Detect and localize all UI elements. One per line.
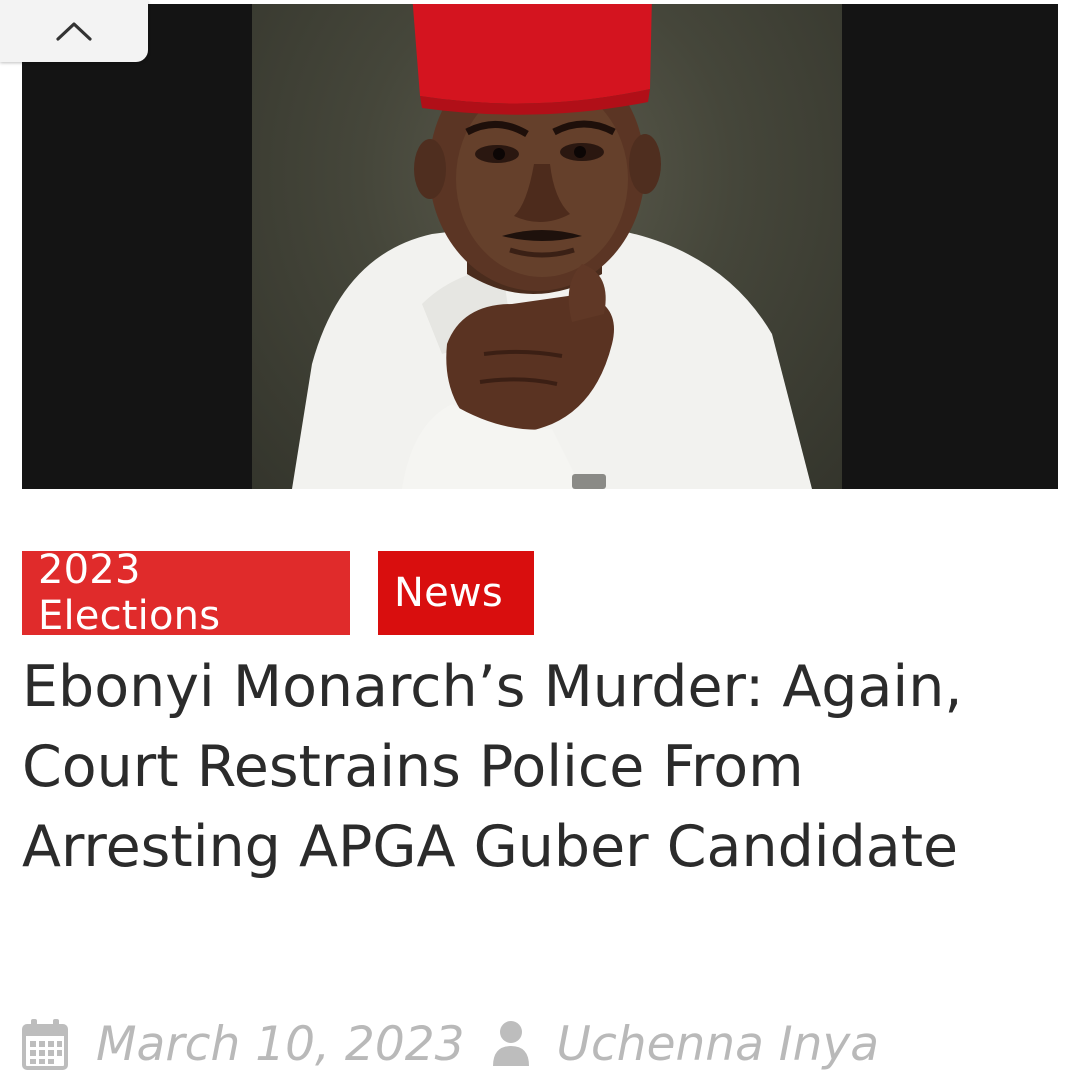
- portrait-illustration: [292, 4, 812, 489]
- calendar-icon: [22, 1018, 68, 1070]
- article-date[interactable]: March 10, 2023: [96, 1017, 465, 1072]
- category-chip-2023-elections[interactable]: 2023 Elections: [22, 547, 350, 639]
- scroll-to-top-button[interactable]: [0, 0, 148, 62]
- article-title: Ebonyi Monarch’s Murder: Again, Court Re…: [22, 654, 963, 880]
- category-list: 2023 Elections News: [22, 547, 534, 639]
- article-meta: March 10, 2023 Uchenna Inya: [22, 1010, 879, 1078]
- category-chip-news[interactable]: News: [378, 551, 534, 635]
- featured-image[interactable]: [22, 4, 1058, 489]
- user-icon: [491, 1020, 531, 1068]
- article-page: 2023 Elections News Ebonyi Monarch’s Mur…: [0, 0, 1080, 1083]
- chevron-up-icon: [56, 22, 92, 41]
- article-author[interactable]: Uchenna Inya: [557, 1017, 880, 1072]
- featured-photo: [252, 4, 842, 489]
